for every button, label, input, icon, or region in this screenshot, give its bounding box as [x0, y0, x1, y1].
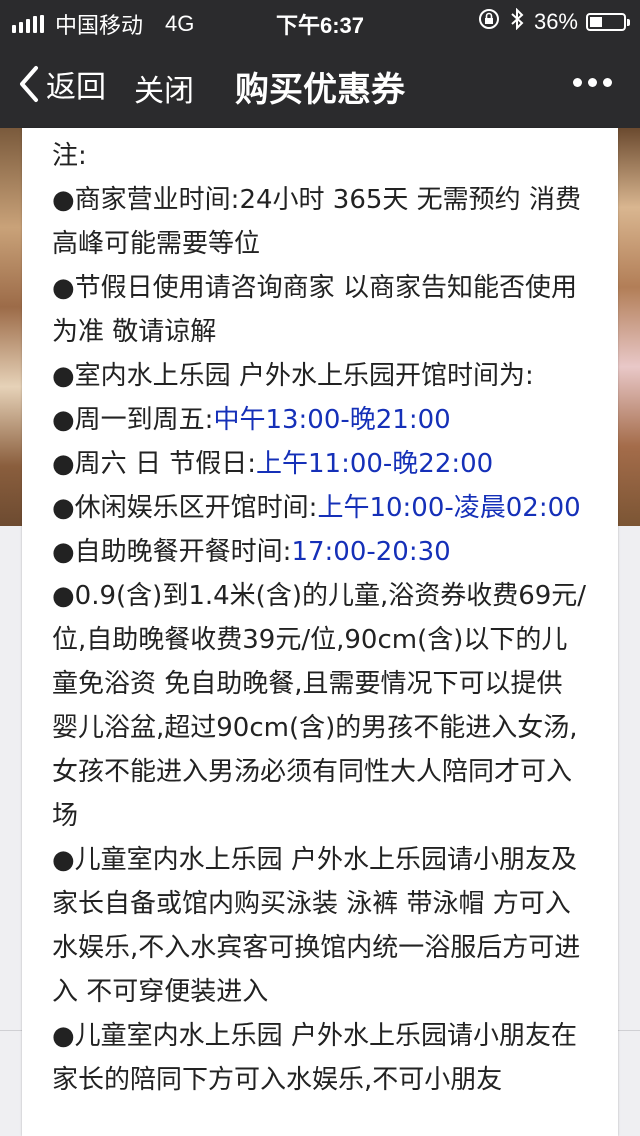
- note-item: ●节假日使用请咨询商家 以商家告知能否使用为准 敬请谅解: [52, 266, 588, 354]
- note-text: ●0.9(含)到1.4米(含)的儿童,浴资券收费69元/位,自助晚餐收费39元/…: [52, 581, 587, 831]
- note-text: ●室内水上乐园 户外水上乐园开馆时间为:: [52, 361, 534, 391]
- note-highlight: 上午11:00-晚22:00: [255, 449, 494, 479]
- lock-rotation-icon: [478, 8, 500, 36]
- bluetooth-icon: [510, 7, 524, 36]
- notes-text: 注: ●商家营业时间:24小时 365天 无需预约 消费高峰可能需要等位 ●节假日…: [52, 134, 588, 1102]
- note-item: ●0.9(含)到1.4米(含)的儿童,浴资券收费69元/位,自助晚餐收费39元/…: [52, 574, 588, 838]
- note-text: ●儿童室内水上乐园 户外水上乐园请小朋友及家长自备或馆内购买泳装 泳裤 带泳帽 …: [52, 845, 581, 1007]
- note-item: ●儿童室内水上乐园 户外水上乐园请小朋友及家长自备或馆内购买泳装 泳裤 带泳帽 …: [52, 838, 588, 1014]
- note-text: ●自助晚餐开餐时间:: [52, 537, 292, 567]
- note-text: ●儿童室内水上乐园 户外水上乐园请小朋友在家长的陪同下方可入水娱乐,不可小朋友: [52, 1021, 577, 1095]
- note-item: ●周六 日 节假日:上午11:00-晚22:00: [52, 442, 588, 486]
- notes-sheet[interactable]: 注: ●商家营业时间:24小时 365天 无需预约 消费高峰可能需要等位 ●节假日…: [22, 128, 618, 1136]
- notes-heading: 注:: [52, 141, 87, 171]
- nav-bar: 返回 关闭 购买优惠券: [0, 40, 640, 128]
- note-highlight: 中午13:00-晚21:00: [213, 405, 451, 435]
- backdrop-photo-right: [618, 128, 640, 526]
- note-highlight: 上午10:00-凌晨02:00: [317, 493, 581, 523]
- status-right: 36%: [468, 7, 630, 36]
- note-text: ●商家营业时间:24小时 365天 无需预约 消费高峰可能需要等位: [52, 185, 581, 259]
- note-item: ●室内水上乐园 户外水上乐园开馆时间为:: [52, 354, 588, 398]
- note-text: ●节假日使用请咨询商家 以商家告知能否使用为准 敬请谅解: [52, 273, 577, 347]
- note-item: ●自助晚餐开餐时间:17:00-20:30: [52, 530, 588, 574]
- note-item: ●休闲娱乐区开馆时间:上午10:00-凌晨02:00: [52, 486, 588, 530]
- page-title: 购买优惠券: [235, 70, 405, 110]
- note-text: ●休闲娱乐区开馆时间:: [52, 493, 318, 523]
- note-text: ●周一到周五:: [52, 405, 214, 435]
- note-text: ●周六 日 节假日:: [52, 449, 256, 479]
- note-item: ●周一到周五:中午13:00-晚21:00: [52, 398, 588, 442]
- more-icon[interactable]: [567, 78, 612, 87]
- note-highlight: 17:00-20:30: [291, 537, 451, 567]
- backdrop-photo-left: [0, 128, 22, 526]
- note-item: ●商家营业时间:24小时 365天 无需预约 消费高峰可能需要等位: [52, 178, 588, 266]
- status-bar: 中国移动 4G 下午6:37 36%: [0, 0, 640, 40]
- battery-text: 36%: [533, 9, 578, 34]
- note-item: ●儿童室内水上乐园 户外水上乐园请小朋友在家长的陪同下方可入水娱乐,不可小朋友: [52, 1014, 588, 1102]
- battery-fill: [590, 17, 602, 27]
- battery-icon: [586, 13, 630, 31]
